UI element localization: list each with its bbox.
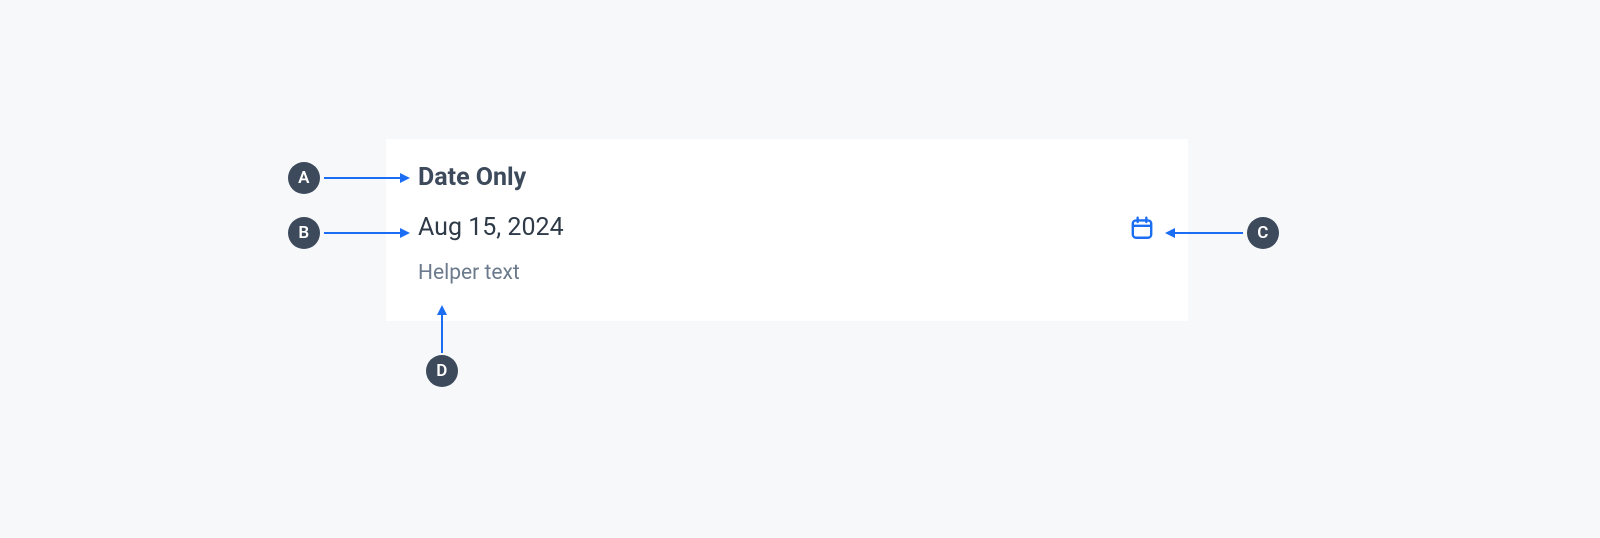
datepicker-value[interactable]: Aug 15, 2024 — [418, 213, 564, 243]
diagram-stage: Date Only Aug 15, 2024 Helper text A B C — [0, 0, 1600, 538]
datepicker-value-row: Aug 15, 2024 — [418, 213, 1156, 243]
datepicker-label: Date Only — [418, 163, 1156, 193]
callout-badge-d: D — [426, 355, 458, 387]
calendar-icon-button[interactable] — [1128, 214, 1156, 242]
callout-badge-c: C — [1247, 217, 1279, 249]
calendar-icon — [1129, 215, 1155, 241]
datepicker-card: Date Only Aug 15, 2024 Helper text — [386, 139, 1188, 321]
callout-badge-b: B — [288, 217, 320, 249]
datepicker-helper-text: Helper text — [418, 261, 1156, 286]
callout-badge-a: A — [288, 162, 320, 194]
